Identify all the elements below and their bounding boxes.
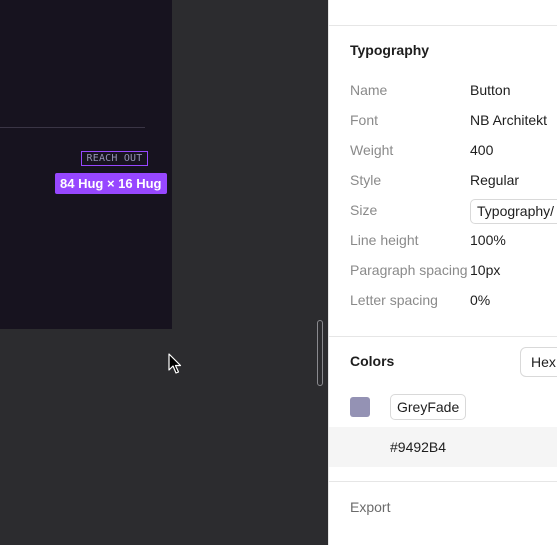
font-label: Font: [350, 112, 379, 128]
name-label: Name: [350, 82, 388, 98]
letter-spacing-value: 0%: [470, 292, 491, 308]
color-style-chip[interactable]: GreyFade: [390, 394, 467, 420]
size-style-field[interactable]: Typography/: [470, 199, 557, 224]
mouse-pointer-icon: [168, 353, 182, 374]
line-height-value: 100%: [470, 232, 506, 248]
inspect-panel: Typography Name Button Font NB Architekt…: [328, 0, 557, 545]
color-swatch: [350, 397, 370, 417]
colors-title: Colors: [350, 353, 395, 369]
weight-value: 400: [470, 142, 494, 158]
hex-value: #9492B4: [390, 439, 447, 455]
section-divider: [329, 481, 557, 482]
hex-value-row[interactable]: #9492B4: [329, 427, 557, 467]
reach-out-text: REACH OUT: [86, 153, 143, 164]
size-label: Size: [350, 202, 378, 218]
weight-label: Weight: [350, 142, 394, 158]
color-format-dropdown[interactable]: Hex: [520, 347, 557, 377]
paragraph-spacing-value: 10px: [470, 262, 501, 278]
style-label: Style: [350, 172, 382, 188]
name-value: Button: [470, 82, 511, 98]
font-value: NB Architekt: [470, 112, 548, 128]
letter-spacing-label: Letter spacing: [350, 292, 438, 308]
design-canvas[interactable]: REACH OUT 84 Hug × 16 Hug: [0, 0, 325, 545]
export-title[interactable]: Export: [350, 499, 390, 515]
panel-header-strip: [329, 0, 557, 26]
paragraph-spacing-label: Paragraph spacing: [350, 262, 468, 278]
selected-text-layer[interactable]: REACH OUT: [81, 151, 148, 166]
selection-size-badge: 84 Hug × 16 Hug: [55, 173, 167, 194]
style-value: Regular: [470, 172, 520, 188]
typography-title: Typography: [350, 42, 430, 58]
design-frame[interactable]: REACH OUT 84 Hug × 16 Hug: [0, 0, 172, 329]
frame-divider-line: [0, 127, 145, 128]
section-divider: [329, 336, 557, 337]
line-height-label: Line height: [350, 232, 419, 248]
canvas-scrollbar[interactable]: [317, 320, 323, 386]
